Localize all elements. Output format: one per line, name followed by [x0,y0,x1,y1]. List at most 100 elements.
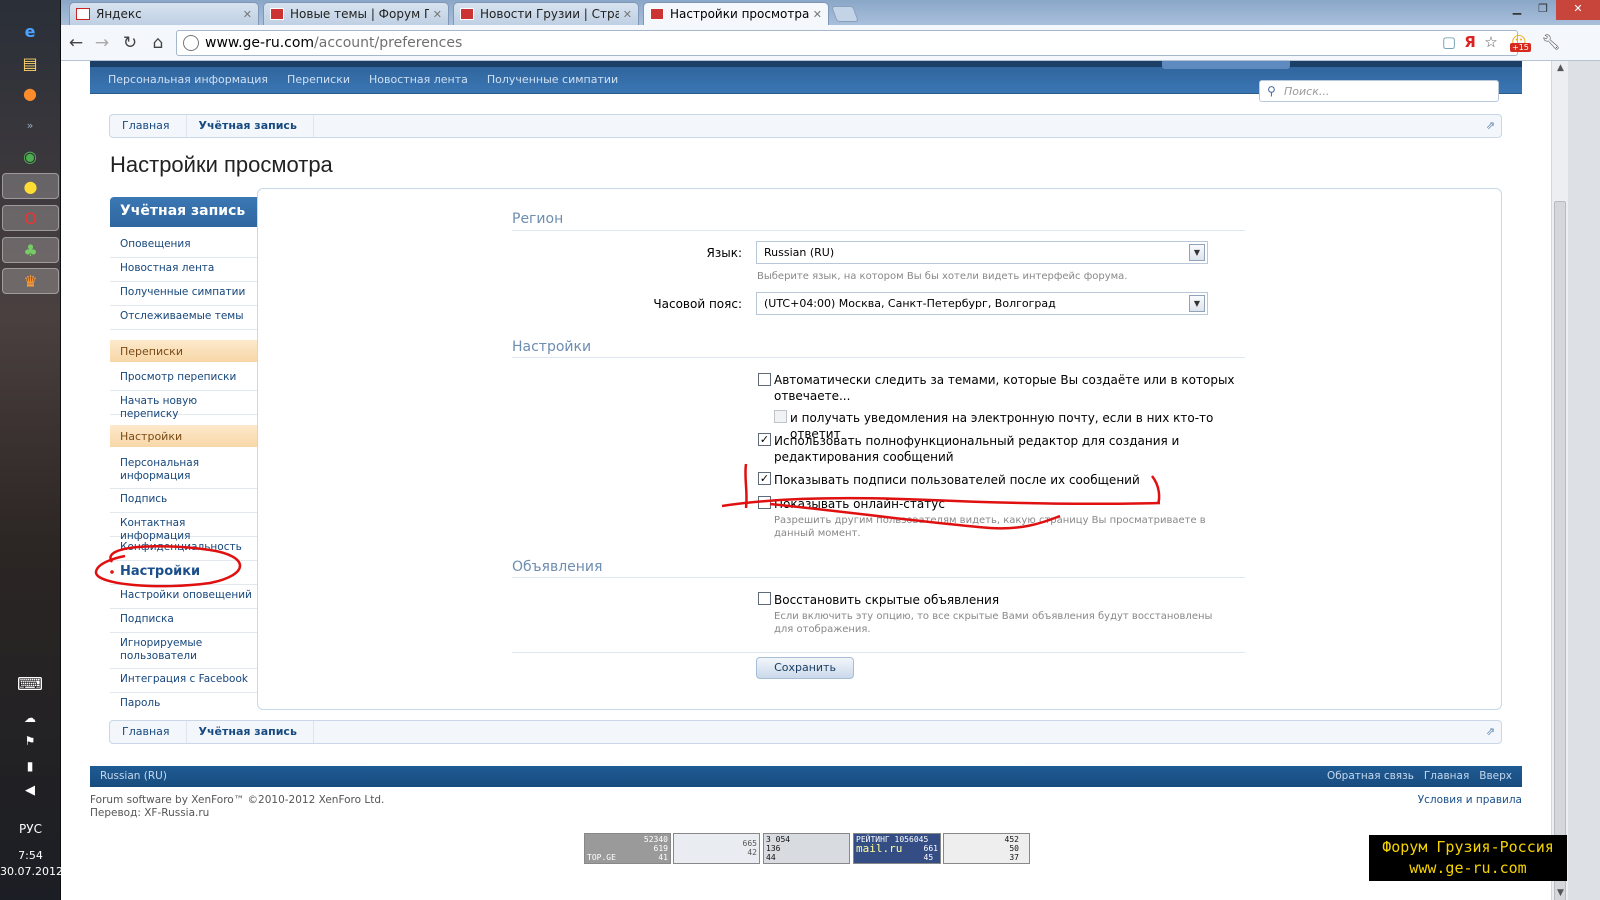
sidebar-item-likes[interactable]: Полученные симпатии [110,282,258,306]
close-window-icon[interactable]: ✕ [1556,0,1600,20]
keyboard-icon[interactable]: ⌨ [15,671,45,697]
counter-2[interactable]: 665 42 [673,833,760,864]
page-icon[interactable]: ▢ [1439,32,1459,52]
rich-editor-label: Использовать полнофункциональный редакто… [774,434,1180,464]
save-button[interactable]: Сохранить [756,657,854,679]
address-bar[interactable]: www.ge-ru.com/account/preferences [176,30,1518,56]
sidebar-item-alert-preferences[interactable]: Настройки оповещений [110,585,258,609]
close-icon[interactable]: ✕ [243,8,252,21]
app-icon[interactable]: » [15,112,45,138]
subnav-news-feed[interactable]: Новостная лента [369,73,468,86]
game-icon[interactable]: ♛ [2,268,59,294]
ie-icon[interactable]: e [15,18,45,44]
volume-icon[interactable]: ◀ [15,777,45,803]
sidebar-item-start-conversation[interactable]: Начать новую переписку [110,391,258,420]
firefox-icon[interactable]: ● [15,80,45,106]
reload-icon[interactable]: ↻ [118,31,142,55]
sidebar-section-conversations: Переписки [110,340,258,362]
terms-link[interactable]: Условия и правила [1418,794,1522,806]
footer-link-home[interactable]: Главная [1424,770,1469,782]
footer-link-top[interactable]: Вверх [1479,770,1512,782]
sidebar-item-privacy[interactable]: Конфиденциальность [110,537,258,561]
counter-value: 41 [658,853,668,862]
active-app-icon[interactable]: ● [2,173,59,199]
language-value: Russian (RU) [764,246,835,259]
jump-icon[interactable]: ⇗ [1486,725,1495,738]
page-scrollbar[interactable]: ▲ ▼ [1551,61,1568,900]
new-tab-button[interactable] [831,6,859,22]
counter-value: 3 054 [766,835,791,844]
breadcrumb-account[interactable]: Учётная запись [187,115,314,137]
sidebar-item-ignored-users[interactable]: Игнорируемые пользователи [110,633,258,669]
close-icon[interactable]: ✕ [813,8,822,21]
show-signatures-checkbox[interactable]: ✓ [758,472,771,485]
breadcrumb-account[interactable]: Учётная запись [187,721,314,743]
tab-yandex[interactable]: Яндекс ✕ [69,2,259,25]
header-topline [90,61,1522,67]
sidebar-item-personal-details[interactable]: Персональная информация [110,453,258,489]
explorer-icon[interactable]: ▤ [15,50,45,76]
clock[interactable]: 7:54 30.07.2012 [0,848,63,880]
home-icon[interactable]: ⌂ [146,31,170,55]
jump-icon[interactable]: ⇗ [1486,119,1495,132]
breadcrumb-home[interactable]: Главная [110,721,187,743]
footer-links: Обратная связь Главная Вверх [1327,770,1512,782]
watch-threads-checkbox[interactable] [758,373,771,386]
sidebar-item-subscription[interactable]: Подписка [110,609,258,633]
sidebar-item-watched-threads[interactable]: Отслеживаемые темы [110,306,258,330]
sidebar-item-view-conversations[interactable]: Просмотр переписки [110,367,258,391]
tab-new-threads[interactable]: Новые темы | Форум Грузи ✕ [263,2,449,25]
breadcrumb-home[interactable]: Главная [110,115,187,137]
close-icon[interactable]: ✕ [433,8,442,21]
back-icon[interactable]: ← [64,31,88,55]
sidebar-item-alerts[interactable]: Оповещения [110,234,258,258]
wrench-icon[interactable]: 🔧︎ [1541,32,1561,52]
subnav-likes[interactable]: Полученные симпатии [487,73,618,86]
counter-5[interactable]: 452 50 37 [943,833,1030,864]
sidebar-item-news-feed[interactable]: Новостная лента [110,258,258,282]
windows-taskbar: e ▤ ● » ◉ ● O ♣ ♛ ⌨ ☁ ⚑ ▮ ◀ РУС 7:54 30.… [0,0,63,900]
watch-email-checkbox[interactable] [774,410,787,423]
opera-icon[interactable]: O [2,205,59,231]
footer-language-chooser[interactable]: Russian (RU) [100,770,167,782]
minimize-icon[interactable]: ▁ [1504,0,1530,20]
sidebar-item-signature[interactable]: Подпись [110,489,258,513]
rich-editor-checkbox[interactable]: ✓ [758,433,771,446]
language-select[interactable]: Russian (RU) ▼ [756,241,1208,264]
scroll-down-icon[interactable]: ▼ [1552,888,1569,898]
page-info-icon[interactable] [183,35,199,51]
scrollbar-thumb[interactable] [1554,201,1566,900]
divider [512,357,1245,358]
footer-link-contact[interactable]: Обратная связь [1327,770,1414,782]
sidebar-item-facebook[interactable]: Интеграция с Facebook [110,669,258,693]
chrome-icon[interactable]: ◉ [15,143,45,169]
close-icon[interactable]: ✕ [623,8,632,21]
subnav-conversations[interactable]: Переписки [287,73,350,86]
tab-preferences[interactable]: Настройки просмотра | Фо ✕ [643,2,829,25]
user-menu-tab[interactable] [1162,61,1290,69]
sidebar-item-password[interactable]: Пароль [110,693,258,717]
utility-icon[interactable]: ♣ [2,237,59,263]
forward-icon[interactable]: → [90,31,114,55]
bookmark-star-icon[interactable]: ☆ [1481,32,1501,52]
bluetooth-flag-icon[interactable]: ⚑ [15,728,45,754]
counter-mailru[interactable]: РЕЙТИНГ 1056045 mail.ru 661 45 [853,833,941,864]
sidebar-item-contact-details[interactable]: Контактная информация [110,513,258,542]
translation-credit: Перевод: XF-Russia.ru [90,807,210,819]
search-input[interactable]: ⚲ Поиск... [1259,80,1499,102]
scroll-up-icon[interactable]: ▲ [1552,63,1569,73]
maximize-icon[interactable]: ❐ [1530,0,1556,20]
tab-news[interactable]: Новости Грузии | Страниц ✕ [453,2,639,25]
subnav-personal[interactable]: Персональная информация [108,73,268,86]
show-online-checkbox[interactable] [758,496,771,509]
network-icon[interactable]: ▮ [15,753,45,779]
yandex-icon[interactable]: Я [1460,32,1480,52]
counter-3[interactable]: 3 054 136 44 [763,833,850,864]
counter-topge[interactable]: 52340 619 TOP.GE 41 [584,833,671,864]
restore-notices-checkbox[interactable] [758,592,771,605]
url-path: /account/preferences [314,35,463,51]
language-indicator[interactable]: РУС [0,822,61,836]
breadcrumb-bottom: Главная Учётная запись ⇗ [109,720,1502,744]
timezone-select[interactable]: (UTC+04:00) Москва, Санкт-Петербург, Вол… [756,292,1208,315]
sidebar-item-preferences[interactable]: Настройки [110,561,258,585]
